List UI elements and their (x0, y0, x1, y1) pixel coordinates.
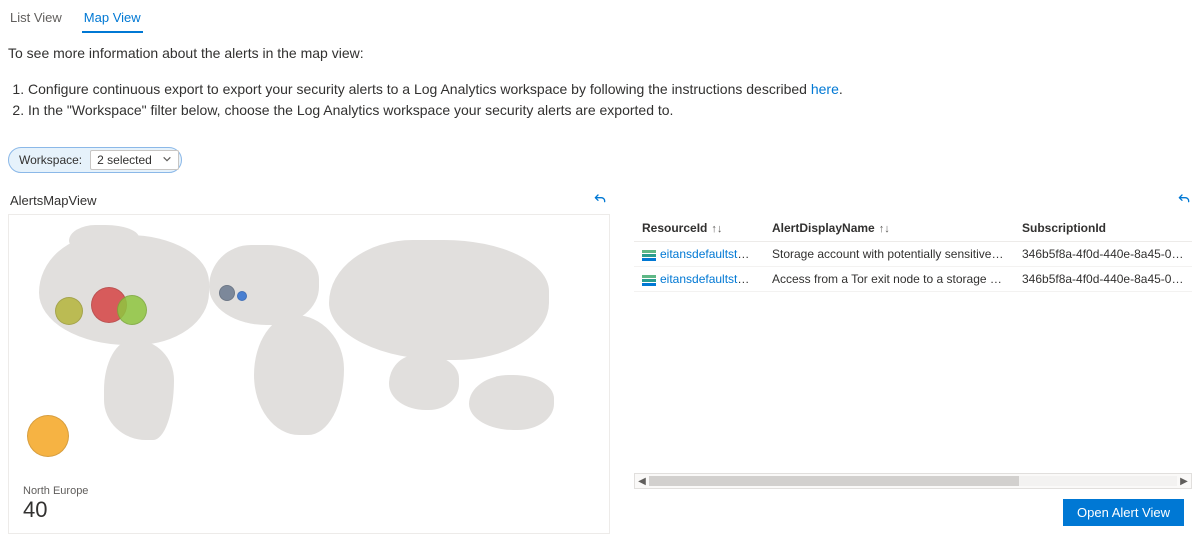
step-2: In the "Workspace" filter below, choose … (28, 100, 1192, 121)
map-bubble-slate[interactable] (219, 285, 235, 301)
map-stat-value: 40 (23, 497, 88, 523)
subscription-cell: 346b5f8a-4f0d-440e-8a45-0c0b5 (1014, 267, 1192, 292)
filter-row: Workspace: 2 selected (0, 145, 1200, 187)
sort-icon: ↑↓ (879, 223, 890, 235)
th-subscription[interactable]: SubscriptionId (1014, 215, 1192, 242)
table-row[interactable]: eitansdefaultstorage Access from a Tor e… (634, 267, 1192, 292)
map-stat: North Europe 40 (23, 485, 88, 523)
intro-text: To see more information about the alerts… (0, 33, 1200, 65)
alert-cell: Storage account with potentially sensiti… (764, 242, 1014, 267)
world-map[interactable]: North Europe 40 (8, 214, 610, 534)
storage-icon (642, 250, 656, 260)
scroll-right-icon[interactable]: ▶ (1177, 476, 1191, 487)
step-1: Configure continuous export to export yo… (28, 79, 1192, 100)
map-bubble-olive[interactable] (55, 297, 83, 325)
undo-icon-right[interactable] (1176, 191, 1192, 210)
map-stat-region: North Europe (23, 485, 88, 497)
scroll-left-icon[interactable]: ◀ (635, 476, 649, 487)
step-1-suffix: . (839, 81, 843, 97)
horizontal-scrollbar[interactable]: ◀ ▶ (634, 473, 1192, 489)
workspace-filter-label: Workspace: (19, 153, 82, 167)
step-1-text: Configure continuous export to export yo… (28, 81, 811, 97)
resource-link[interactable]: eitansdefaultstorage (660, 247, 764, 261)
th-alert[interactable]: AlertDisplayName↑↓ (764, 215, 1014, 242)
map-bubble-blue[interactable] (237, 291, 247, 301)
map-pane-title: AlertsMapView (10, 193, 96, 208)
scroll-track[interactable] (649, 476, 1177, 486)
instructions-link[interactable]: here (811, 81, 839, 97)
chevron-down-icon (162, 153, 172, 167)
subscription-cell: 346b5f8a-4f0d-440e-8a45-0c0b5 (1014, 242, 1192, 267)
table-footer: Open Alert View (634, 489, 1192, 534)
sort-icon: ↑↓ (711, 223, 722, 235)
resource-link[interactable]: eitansdefaultstorage (660, 272, 764, 286)
undo-icon[interactable] (592, 191, 608, 210)
table-pane: ResourceId↑↓ AlertDisplayName↑↓ Subscrip… (634, 187, 1192, 534)
workspace-selected-value: 2 selected (97, 153, 152, 167)
setup-steps: Configure continuous export to export yo… (0, 79, 1200, 131)
scroll-thumb[interactable] (649, 476, 1019, 486)
th-resource[interactable]: ResourceId↑↓ (634, 215, 764, 242)
workspace-filter[interactable]: Workspace: 2 selected (8, 147, 182, 173)
open-alert-view-button[interactable]: Open Alert View (1063, 499, 1184, 526)
alerts-table: ResourceId↑↓ AlertDisplayName↑↓ Subscrip… (634, 215, 1192, 292)
table-row[interactable]: eitansdefaultstorage Storage account wit… (634, 242, 1192, 267)
map-bubble-orange[interactable] (27, 415, 69, 457)
tab-map-view[interactable]: Map View (82, 6, 143, 33)
workspace-dropdown[interactable]: 2 selected (90, 150, 179, 170)
map-bubble-green[interactable] (117, 295, 147, 325)
view-tabs: List View Map View (0, 0, 1200, 33)
tab-list-view[interactable]: List View (8, 6, 64, 33)
storage-icon (642, 275, 656, 285)
map-pane: AlertsMapView (8, 187, 610, 534)
alert-cell: Access from a Tor exit node to a storage… (764, 267, 1014, 292)
